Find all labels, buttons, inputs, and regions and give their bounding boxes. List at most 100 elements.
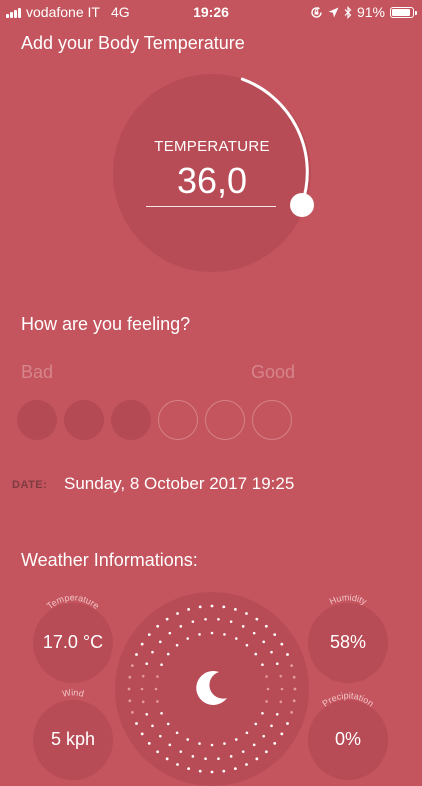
ring-dot [210,631,214,635]
svg-text:Precipitation: Precipitation [320,690,375,708]
mood-option-4[interactable] [158,400,198,440]
ring-dot [279,674,283,678]
ring-dot [273,633,277,637]
ring-dot [245,612,248,615]
svg-text:Wind: Wind [61,687,84,699]
ring-dot [245,731,249,735]
ring-dot [156,675,159,678]
good-label: Good [251,362,296,382]
ring-dot [130,664,134,668]
weather-wind-label: Wind [61,687,84,699]
ring-dot [187,767,191,771]
ring-dot [147,741,151,745]
svg-text:Temperature: Temperature [45,592,101,611]
weather-humidity-label: Humidity [328,592,369,607]
ring-dot [229,755,233,758]
ring-dot [130,710,134,714]
ring-dot [280,732,284,736]
ring-dot [262,734,266,738]
ring-dot [156,750,160,754]
ring-dot [229,620,233,623]
ring-dot [262,640,266,644]
ring-dot [141,700,145,704]
ring-dot [135,653,138,656]
mood-option-6[interactable] [252,400,292,440]
page-title: Add your Body Temperature [21,33,245,53]
weather-wind-value: 5 kph [50,729,96,749]
ring-dot [290,710,294,714]
ring-dot [254,652,258,656]
ring-dot [223,633,226,636]
ring-dot [160,663,163,666]
ring-dot [176,612,179,615]
ring-dot [176,763,179,766]
ring-dot [210,604,214,608]
ring-dot [293,687,297,691]
mood-option-2[interactable] [64,400,104,440]
ring-dot [223,742,226,745]
weather-precipitation-label-arc: Precipitation [320,690,375,708]
ring-dot [241,750,245,753]
svg-text:Humidity: Humidity [328,592,369,607]
date-label: DATE: [12,479,48,491]
ring-dot [292,699,296,703]
status-right: 91% [310,4,417,20]
ring-dot [279,700,283,704]
ring-dot [158,640,162,644]
ring-dot [186,637,189,640]
ring-dot [245,763,248,766]
ring-dot [275,662,279,666]
mood-option-5[interactable] [205,400,245,440]
ring-dot [252,631,256,635]
bad-label: Bad [21,362,54,382]
battery-icon [390,6,417,18]
ring-dot [204,757,207,760]
ring-dot [179,750,183,753]
ring-dot [198,633,201,636]
ring-dot [140,732,144,736]
ring-dot [166,652,170,656]
ring-dot [270,724,273,728]
weather-humidity-value: 58% [329,632,367,652]
dotted-rings [127,604,297,774]
ring-dot [270,650,273,654]
weather-humidity-label-arc: Humidity [328,592,369,607]
ring-dot [191,755,195,758]
ring-dot [255,757,259,761]
ring-dot [261,663,264,666]
ring-dot [264,624,268,628]
temperature-value[interactable]: 36,0 [113,160,311,202]
ring-dot [166,722,170,726]
ring-dot [286,722,289,725]
ring-dot [217,618,220,621]
bluetooth-icon [344,5,352,19]
ring-dot [151,724,154,728]
ring-dot [235,738,238,741]
ring-dot [233,607,237,611]
ring-dot [252,743,256,747]
ring-dot [165,757,169,761]
ring-dot [265,675,268,678]
battery-percent: 91% [356,4,385,20]
mood-option-1[interactable] [17,400,57,440]
ring-dot [275,712,279,716]
ring-dot [261,712,264,715]
ring-dot [168,743,172,747]
ring-dot [273,741,277,745]
ring-dot [154,687,158,691]
ring-dot [286,653,289,656]
weather-heading: Weather Informations: [21,550,198,570]
orientation-lock-icon [311,6,322,18]
mood-option-3[interactable] [111,400,151,440]
ring-dot [151,650,154,654]
moon-icon [196,670,227,705]
ring-dot [255,617,259,621]
ring-dot [128,675,132,679]
date-value[interactable]: Sunday, 8 October 2017 19:25 [64,474,294,494]
ring-dot [160,712,163,715]
ring-dot [210,770,214,774]
weather-precipitation-value: 0% [334,729,361,749]
ring-dot [187,607,191,611]
ring-dot [156,700,159,703]
ring-dot [135,722,138,725]
